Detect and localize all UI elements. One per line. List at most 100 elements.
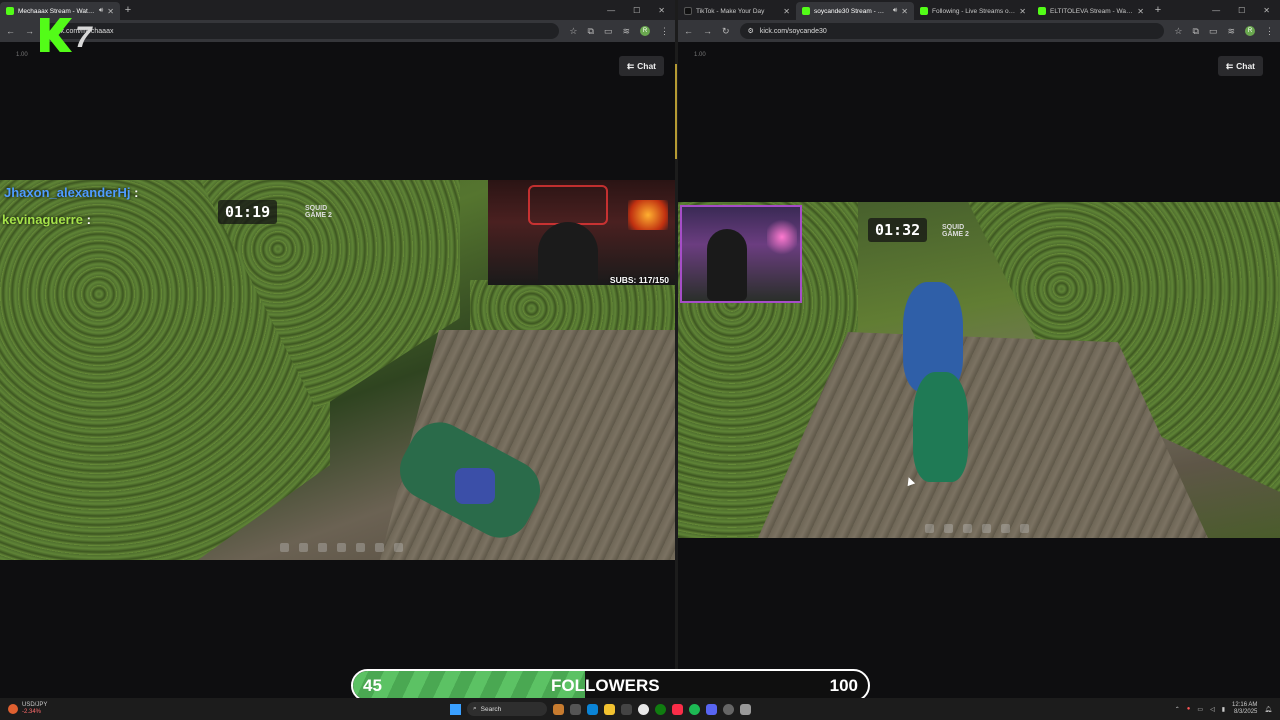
ticker-widget[interactable]: USD/JPY -2.34%: [0, 702, 450, 716]
stream-video[interactable]: Jhaxon_alexanderHj : kevinaguerre : 01:1…: [0, 180, 675, 560]
taskbar-search[interactable]: ⌕ Search: [467, 702, 547, 716]
close-tab-icon[interactable]: ✕: [107, 7, 114, 16]
close-window-icon[interactable]: ✕: [1263, 6, 1270, 15]
stream-video[interactable]: 01:32 SQUID GAME 2: [678, 202, 1280, 538]
tab-tiktok[interactable]: TikTok - Make Your Day ✕: [678, 2, 796, 20]
site-info-icon[interactable]: ⚙︎: [748, 27, 754, 35]
forward-icon[interactable]: →: [25, 26, 34, 36]
back-icon[interactable]: ←: [6, 26, 15, 36]
windows-start-icon[interactable]: [450, 703, 461, 715]
spotify-icon[interactable]: [689, 703, 700, 715]
discord-icon[interactable]: [706, 703, 717, 715]
chat-toggle-button[interactable]: ⇇ Chat: [1218, 56, 1264, 76]
tab-strip: Mechaaax Stream - Watch Live 🔊︎ ✕ + — ☐ …: [0, 0, 675, 20]
kick-k-icon: [40, 18, 72, 52]
tray-chevron-icon[interactable]: ⌃: [1175, 706, 1180, 713]
tab-title: TikTok - Make Your Day: [696, 7, 765, 15]
kick-favicon-icon: [6, 7, 14, 15]
speaker-icon[interactable]: 🔊︎: [99, 7, 103, 15]
menu-kebab-icon[interactable]: ⋮: [660, 26, 669, 37]
window-divider-accent: [675, 64, 677, 159]
tab-eltitoleva[interactable]: ELTITOLEVA Stream - Watch Live ✕: [1032, 2, 1150, 20]
chat-separator: :: [86, 212, 91, 227]
close-tab-icon[interactable]: ✕: [783, 7, 790, 16]
mic-icon[interactable]: ●: [1187, 706, 1191, 712]
chrome-icon[interactable]: [638, 703, 649, 715]
search-placeholder: Search: [480, 705, 502, 713]
forward-icon[interactable]: →: [703, 26, 712, 36]
tab-title: Mechaaax Stream - Watch Live: [18, 7, 95, 15]
extensions-icon[interactable]: ⧉: [1193, 26, 1199, 37]
chat-toggle-button[interactable]: ⇇ Chat: [619, 56, 665, 76]
windows-taskbar: USD/JPY -2.34% ⌕ Search ⌃ ● ▭ ◁ ▮ 12:16 …: [0, 698, 1280, 720]
battery-icon[interactable]: ▮: [1222, 706, 1225, 713]
file-explorer-icon[interactable]: [604, 703, 615, 715]
clock-time: 12:16 AM: [1232, 702, 1258, 708]
xbox-icon[interactable]: [655, 703, 666, 715]
currency-icon: [8, 704, 18, 714]
url-field[interactable]: kick.com/mechaaax: [44, 23, 560, 39]
taskbar-apps: ⌕ Search: [450, 702, 751, 716]
new-tab-button[interactable]: +: [120, 2, 136, 20]
player-character: [913, 372, 968, 482]
address-bar: ← → ↻ ⚙︎ kick.com/soycande30 ☆ ⧉ ▭ ≋ R ⋮: [678, 20, 1280, 42]
volume-icon[interactable]: ◁: [1210, 706, 1215, 713]
app-icon[interactable]: [740, 703, 751, 715]
volume-level: 1.00: [694, 52, 706, 58]
streamer-webcam: SUBS: 117/150: [488, 180, 675, 285]
bookmark-star-icon[interactable]: ☆: [1174, 26, 1182, 37]
window-controls: — ☐ ✕: [607, 0, 675, 20]
obs-icon[interactable]: [723, 703, 734, 715]
tab-following[interactable]: Following - Live Streams on Kick ✕: [914, 2, 1032, 20]
maximize-icon[interactable]: ☐: [633, 6, 640, 15]
reload-icon[interactable]: ↻: [722, 26, 730, 37]
hotbar-slot: [356, 543, 365, 552]
round-timer: 01:19: [218, 200, 278, 224]
profile-avatar[interactable]: R: [1245, 26, 1255, 36]
chat-separator: :: [134, 185, 139, 200]
back-icon[interactable]: ←: [684, 26, 693, 36]
followers-current: 45: [363, 676, 382, 695]
task-view-icon[interactable]: [570, 703, 581, 715]
followers-progress-fill: [353, 671, 585, 700]
speaker-icon[interactable]: 🔊︎: [893, 7, 897, 15]
hotbar-slot: [394, 543, 403, 552]
minimize-icon[interactable]: —: [607, 6, 615, 15]
close-tab-icon[interactable]: ✕: [901, 7, 908, 16]
minimize-icon[interactable]: —: [1212, 6, 1220, 15]
widget-icon[interactable]: [553, 703, 564, 715]
cast-icon[interactable]: ≋: [622, 26, 630, 37]
notification-bell-icon[interactable]: 🔔︎: [1264, 706, 1272, 713]
streamer-figure: [707, 229, 747, 301]
sidepanel-icon[interactable]: ▭: [1209, 26, 1218, 37]
extensions-icon[interactable]: ⧉: [588, 26, 594, 37]
page-content: 1.00 ⇇ Chat Jhaxon_alexanderHj : kevinag…: [0, 42, 675, 698]
new-tab-button[interactable]: +: [1150, 2, 1166, 20]
network-icon[interactable]: ▭: [1197, 706, 1203, 713]
menu-kebab-icon[interactable]: ⋮: [1265, 26, 1274, 37]
chat-username: Jhaxon_alexanderHj: [4, 185, 131, 200]
tab-soycande30[interactable]: soycande30 Stream - Watch Live 🔊︎ ✕: [796, 2, 914, 20]
volume-level: 1.00: [16, 52, 28, 58]
sidepanel-icon[interactable]: ▭: [604, 26, 613, 37]
close-tab-icon[interactable]: ✕: [1137, 7, 1144, 16]
game-logo: SQUID GAME 2: [305, 205, 332, 219]
kick-favicon-icon: [802, 7, 810, 15]
bookmark-star-icon[interactable]: ☆: [569, 26, 577, 37]
fireplace: [628, 200, 668, 230]
music-icon[interactable]: [672, 703, 683, 715]
chat-button-label: Chat: [637, 61, 657, 71]
profile-avatar[interactable]: R: [640, 26, 650, 36]
clock[interactable]: 12:16 AM 8/3/2025: [1232, 702, 1257, 716]
ticker-text: USD/JPY -2.34%: [22, 702, 47, 716]
streamer-figure: [538, 222, 598, 285]
url-field[interactable]: ⚙︎ kick.com/soycande30: [739, 23, 1165, 39]
cast-icon[interactable]: ≋: [1227, 26, 1235, 37]
store-icon[interactable]: [621, 703, 632, 715]
browser-toolbar-icons: ☆ ⧉ ▭ ≋ R ⋮: [569, 26, 669, 37]
edge-icon[interactable]: [587, 703, 598, 715]
maximize-icon[interactable]: ☐: [1238, 6, 1245, 15]
kick-favicon-icon: [920, 7, 928, 15]
close-tab-icon[interactable]: ✕: [1019, 7, 1026, 16]
close-window-icon[interactable]: ✕: [658, 6, 665, 15]
